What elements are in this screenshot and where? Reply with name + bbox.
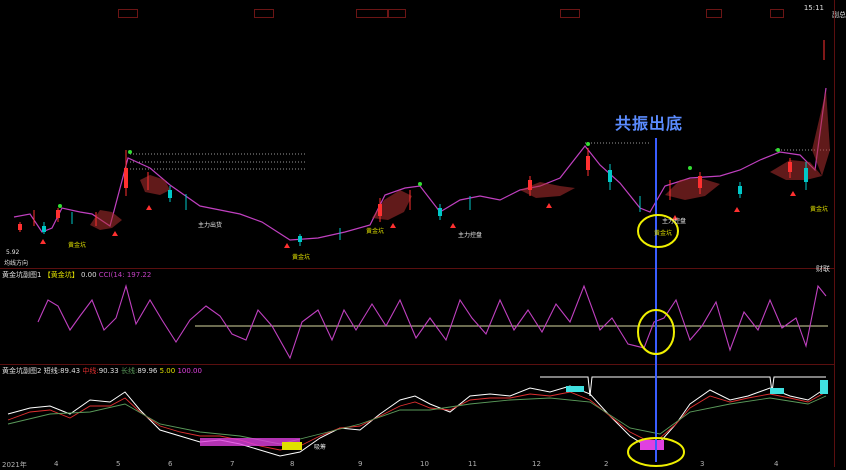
indicator1-title: 黄金坑副图1 [2, 271, 42, 279]
short-val: 89.43 [60, 367, 81, 375]
long-label: 长线: [120, 367, 138, 375]
price-trend-line [13, 87, 827, 241]
gold-pit-label: 黄金坑 [810, 206, 829, 213]
indicator1-title-bar[interactable]: 黄金坑副图1 【黄金坑】 0.00 CCI(14: 197.22 [2, 271, 151, 280]
long-val: 89.96 [137, 367, 158, 375]
indicator1-cci: CCI(14: 197.22 [98, 271, 152, 279]
short-line [7, 385, 827, 457]
main-shipment-label: 主力出货 [198, 222, 223, 229]
v1: 5.00 [159, 367, 176, 375]
short-label: 短线: [43, 367, 61, 375]
gold-pit-label: 黄金坑 [68, 242, 87, 249]
indicator1-val: 0.00 [80, 271, 97, 279]
chart-canvas[interactable] [0, 0, 846, 467]
mid-line [7, 391, 827, 451]
start-price: 5.92 [6, 249, 20, 256]
indicator1-bracket: 【黄金坑】 [43, 271, 79, 279]
top-bars [566, 380, 828, 394]
mid-label: 中线: [82, 367, 99, 375]
signal-dots [58, 142, 780, 208]
v2: 100.00 [177, 367, 202, 375]
side-text: 均线方向 [4, 260, 29, 267]
gold-pit-label: 黄金坑 [292, 254, 311, 261]
candles [18, 40, 825, 246]
main-control-label: 主力控盘 [458, 232, 483, 239]
ma-band [90, 90, 830, 230]
pit-label: 吸筹 [314, 444, 327, 451]
resistance-lines [130, 142, 830, 170]
indicator2-title: 黄金坑副图2 [2, 367, 42, 375]
mid-val: 90.33 [98, 367, 119, 375]
cci-line [37, 284, 827, 360]
indicator1-right-tag: 财联 [816, 265, 830, 273]
x-tick: 2021年 [2, 461, 27, 469]
gold-pit-label: 黄金坑 [654, 230, 673, 237]
gold-pit-label: 黄金坑 [366, 228, 385, 235]
resonance-label: 共振出底 [615, 114, 684, 133]
main-control-label: 主力控盘 [662, 218, 687, 225]
indicator2-title-bar[interactable]: 黄金坑副图2 短线:89.43 中线:90.33 长线:89.96 5.00 1… [2, 367, 202, 376]
